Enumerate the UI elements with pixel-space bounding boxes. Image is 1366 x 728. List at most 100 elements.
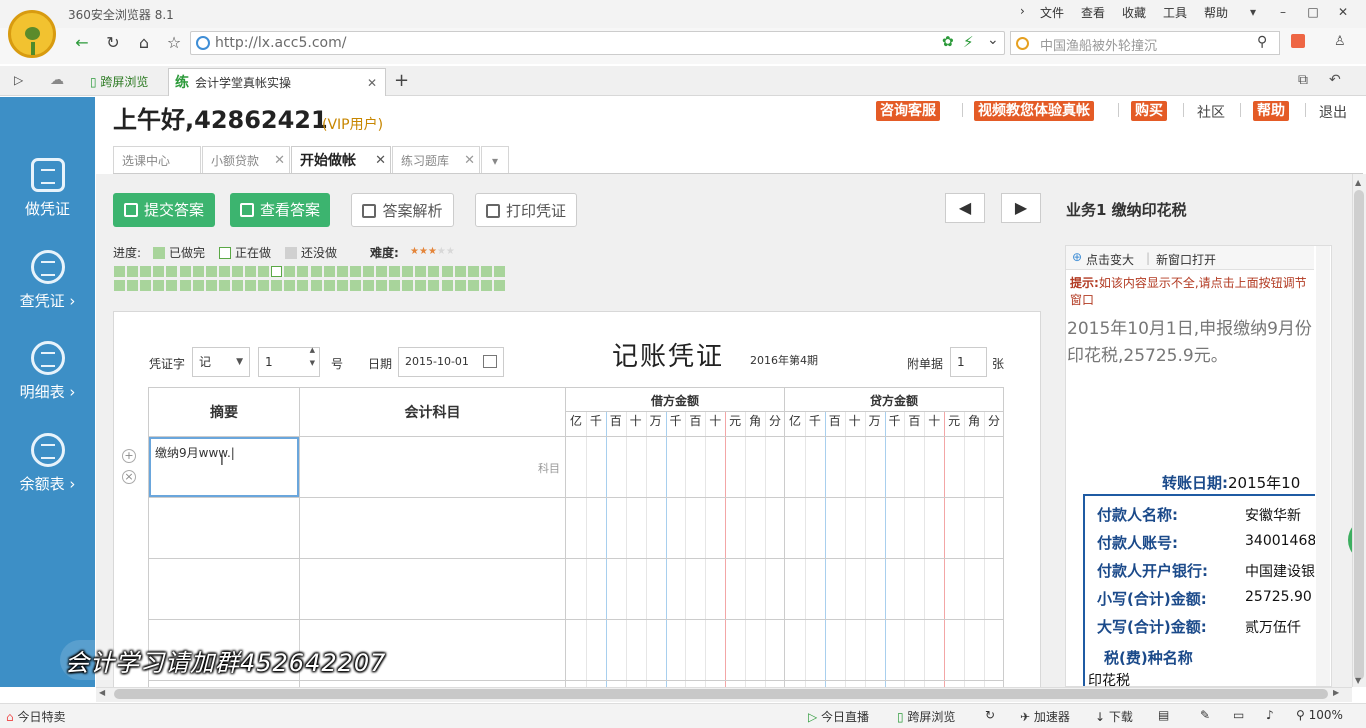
menu-view[interactable]: 查看 <box>1081 4 1105 21</box>
progress-cell[interactable] <box>205 280 217 291</box>
progress-cell[interactable] <box>297 266 309 277</box>
progress-cell[interactable] <box>402 280 414 291</box>
voucher-word-select[interactable]: 记 ▼ <box>192 347 250 377</box>
progress-cell[interactable] <box>402 266 414 277</box>
status-accelerator[interactable]: ✈ 加速器 <box>1020 708 1070 725</box>
scroll-left-icon[interactable]: ◀ <box>99 688 105 697</box>
help-link[interactable]: 帮助 <box>1253 101 1289 121</box>
scroll-down-icon[interactable]: ▼ <box>1355 676 1361 685</box>
consult-service-link[interactable]: 咨询客服 <box>876 101 940 121</box>
progress-cell[interactable] <box>218 266 230 277</box>
progress-cell[interactable] <box>153 280 165 291</box>
submit-answer-button[interactable]: 提交答案 <box>113 193 215 227</box>
menu-help[interactable]: 帮助 <box>1204 4 1228 21</box>
calendar-icon[interactable] <box>483 355 497 368</box>
stepper-arrows-icon[interactable]: ▲ ▼ <box>310 344 315 370</box>
progress-cell[interactable] <box>153 266 165 277</box>
logout-link[interactable]: 退出 <box>1319 102 1347 122</box>
prev-business-button[interactable]: ◀ <box>945 193 985 223</box>
tab-split-browse[interactable]: ▯ 跨屏浏览 <box>84 68 162 96</box>
progress-cell[interactable] <box>362 266 374 277</box>
summary-input[interactable]: 缴纳9月www.| <box>149 437 299 497</box>
delete-row-icon[interactable]: × <box>122 470 136 484</box>
tab-small-loan[interactable]: 小额贷款 ✕ <box>202 146 290 174</box>
progress-cell[interactable] <box>127 266 139 277</box>
tab-start-bookkeeping[interactable]: 开始做帐 ✕ <box>291 146 391 175</box>
progress-cell-current[interactable] <box>271 266 283 277</box>
tab-accounting[interactable]: 练会计学堂真帐实操 ✕ <box>168 68 386 96</box>
security-icon[interactable]: ✿ <box>942 34 954 50</box>
undo-icon[interactable]: ↶ <box>1329 72 1341 88</box>
progress-cell[interactable] <box>428 266 440 277</box>
sidebar-item-detail[interactable]: 明细表 › <box>0 341 95 402</box>
status-download[interactable]: ↓ 下载 <box>1095 708 1133 725</box>
lightning-icon[interactable]: ⚡ <box>963 33 974 51</box>
refresh-icon[interactable]: ↻ <box>99 32 127 54</box>
progress-cell[interactable] <box>467 266 479 277</box>
sidebar-item-balance[interactable]: 余额表 › <box>0 433 95 494</box>
progress-cell[interactable] <box>297 280 309 291</box>
buy-link[interactable]: 购买 <box>1131 101 1167 121</box>
skin-button[interactable]: ▾ <box>1240 2 1266 22</box>
progress-cell[interactable] <box>231 266 243 277</box>
menu-file[interactable]: 文件 <box>1040 4 1064 21</box>
progress-cell[interactable] <box>218 280 230 291</box>
sidebar-item-query-voucher[interactable]: 查凭证 › <box>0 250 95 311</box>
tab-course-center[interactable]: 选课中心 <box>113 146 201 174</box>
close-button[interactable]: ✕ <box>1330 2 1356 22</box>
window-icon[interactable]: ▭ <box>1233 708 1244 722</box>
sidebar-item-make-voucher[interactable]: 做凭证 <box>0 158 95 219</box>
progress-cell[interactable] <box>231 280 243 291</box>
progress-cell[interactable] <box>284 280 296 291</box>
scroll-up-icon[interactable]: ▲ <box>1355 178 1361 187</box>
new-tab-button[interactable]: + <box>394 70 409 91</box>
progress-cell[interactable] <box>192 266 204 277</box>
progress-cell[interactable] <box>258 266 270 277</box>
user-icon[interactable]: ♙ <box>1334 34 1346 49</box>
apps-icon[interactable] <box>1291 34 1305 48</box>
subject-input[interactable]: 科目 <box>538 460 560 476</box>
panel-scrollbar[interactable] <box>1316 246 1330 686</box>
status-split-browse[interactable]: ▯ 跨屏浏览 <box>897 708 955 725</box>
add-row-icon[interactable]: + <box>122 449 136 463</box>
answer-analysis-button[interactable]: 答案解析 <box>351 193 454 227</box>
community-link[interactable]: 社区 <box>1197 102 1225 122</box>
sidebar-toggle-icon[interactable]: ▷ <box>14 73 23 87</box>
progress-cell[interactable] <box>114 266 125 277</box>
next-business-button[interactable]: ▶ <box>1001 193 1041 223</box>
address-text[interactable]: http://lx.acc5.com/ <box>215 35 346 51</box>
progress-cell[interactable] <box>454 280 466 291</box>
progress-cell[interactable] <box>441 280 453 291</box>
progress-cell[interactable] <box>467 280 479 291</box>
progress-cell[interactable] <box>258 280 270 291</box>
status-deals[interactable]: ⌂ 今日特卖 <box>6 708 65 725</box>
progress-cell[interactable] <box>389 280 401 291</box>
progress-cell[interactable] <box>415 280 427 291</box>
progress-cell[interactable] <box>323 280 335 291</box>
progress-cell[interactable] <box>428 280 440 291</box>
menu-tools[interactable]: 工具 <box>1163 4 1187 21</box>
progress-cell[interactable] <box>245 266 256 277</box>
progress-cell[interactable] <box>245 280 256 291</box>
pen-icon[interactable]: ✎ <box>1200 708 1210 722</box>
progress-cell[interactable] <box>480 280 492 291</box>
progress-cell[interactable] <box>310 266 322 277</box>
progress-cell[interactable] <box>310 280 322 291</box>
volume-icon[interactable]: ♪ <box>1266 708 1274 722</box>
scroll-right-icon[interactable]: ▶ <box>1333 688 1339 697</box>
status-zoom[interactable]: ⚲ 100% <box>1296 708 1343 722</box>
search-engine-icon[interactable] <box>1016 37 1029 50</box>
progress-cell[interactable] <box>179 280 191 291</box>
print-voucher-button[interactable]: 打印凭证 <box>475 193 577 227</box>
back-icon[interactable]: ← <box>68 32 96 54</box>
progress-cell[interactable] <box>362 280 374 291</box>
progress-cell[interactable] <box>480 266 492 277</box>
restore-icon[interactable]: ⧉ <box>1298 72 1308 88</box>
date-input[interactable]: 2015-10-01 <box>398 347 504 377</box>
search-icon[interactable]: ⚲ <box>1257 34 1267 50</box>
video-tutorial-link[interactable]: 视频教您体验真帐 <box>974 101 1094 121</box>
progress-cell[interactable] <box>415 266 427 277</box>
progress-cell[interactable] <box>389 266 401 277</box>
progress-cell[interactable] <box>493 266 505 277</box>
progress-cell[interactable] <box>336 266 348 277</box>
